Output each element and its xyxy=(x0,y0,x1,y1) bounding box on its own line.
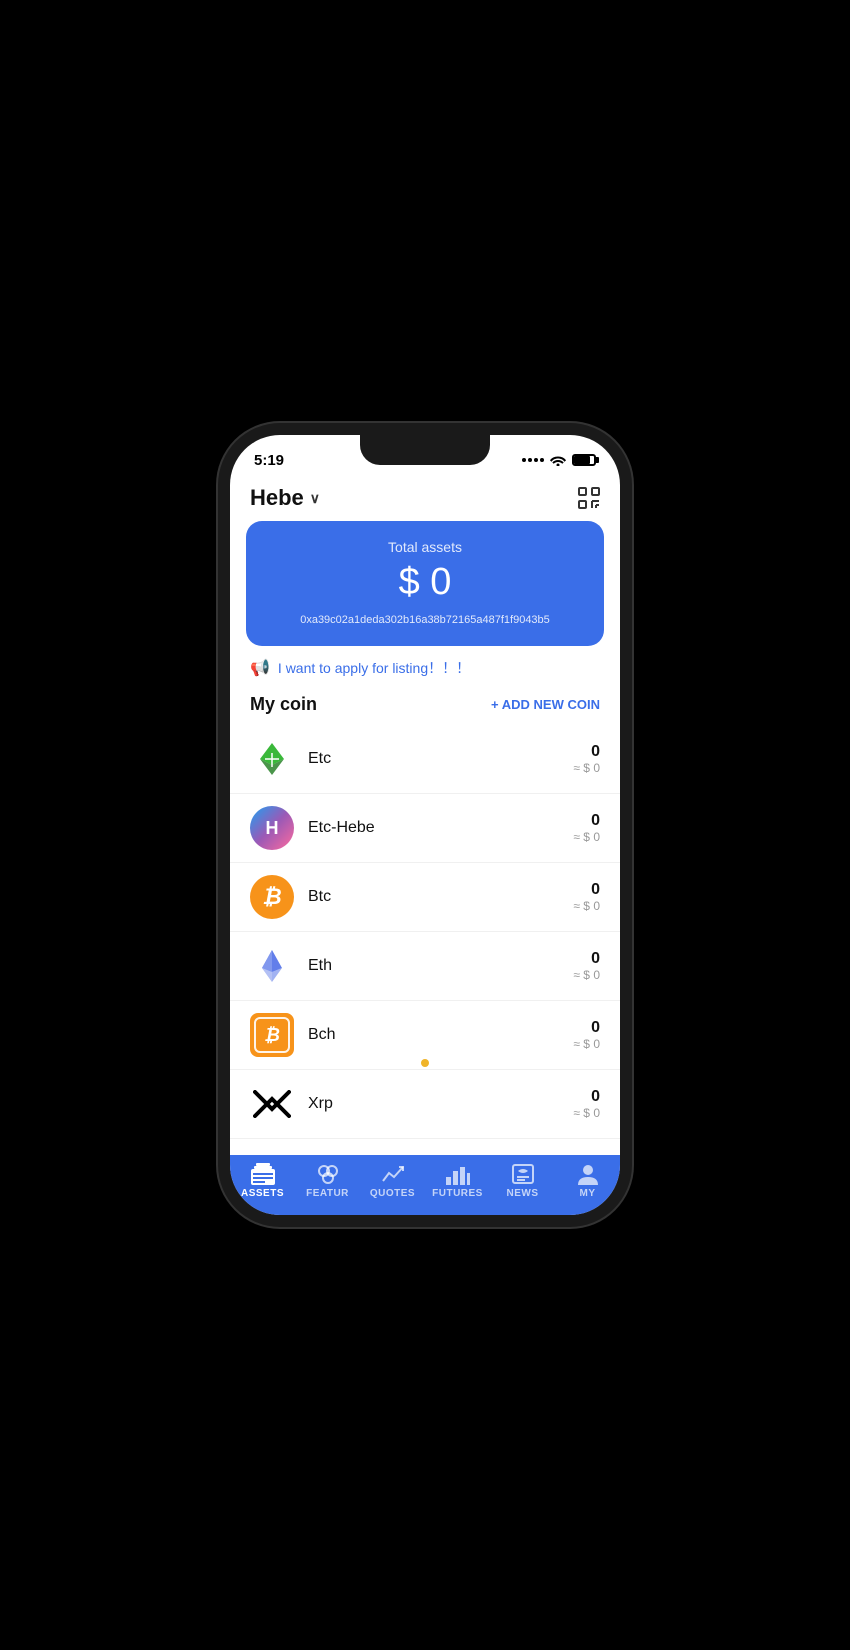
coin-amount: 0 xyxy=(573,812,600,830)
battery-icon xyxy=(572,454,596,466)
featur-icon xyxy=(316,1163,340,1185)
btc-logo: ₿ xyxy=(250,875,294,919)
bch-logo: ₿ xyxy=(250,1013,294,1057)
nav-label-quotes: QUOTES xyxy=(370,1188,415,1199)
coin-amount: 0 xyxy=(573,950,600,968)
coin-value: 0 ≈ $ 0 xyxy=(573,950,600,982)
futures-icon xyxy=(446,1163,470,1185)
coin-value: 0 ≈ $ 0 xyxy=(573,812,600,844)
coin-usd: ≈ $ 0 xyxy=(573,899,600,913)
list-item[interactable]: Xrp 0 ≈ $ 0 xyxy=(230,1070,620,1139)
add-new-coin-button[interactable]: + ADD NEW COIN xyxy=(491,697,600,712)
coin-amount: 0 xyxy=(573,1019,600,1037)
my-icon xyxy=(576,1163,600,1185)
list-item[interactable]: ₿ Btc 0 ≈ $ 0 xyxy=(230,863,620,932)
nav-item-assets[interactable]: ASSETS xyxy=(230,1163,295,1199)
coin-value: 0 ≈ $ 0 xyxy=(573,1019,600,1051)
status-time: 5:19 xyxy=(254,452,284,469)
bottom-nav: ASSETS FEATUR QUOTES xyxy=(230,1155,620,1215)
assets-icon xyxy=(251,1163,275,1185)
etc-logo xyxy=(250,737,294,781)
list-item[interactable]: Eth 0 ≈ $ 0 xyxy=(230,932,620,1001)
total-assets-amount: $ 0 xyxy=(266,561,584,604)
notch xyxy=(360,435,490,465)
wallet-address[interactable]: 0xa39c02a1deda302b16a38b72165a487f1f9043… xyxy=(266,614,584,626)
listing-bar[interactable]: 📢 I want to apply for listing！！！ xyxy=(230,646,620,690)
list-item[interactable]: H Etc-Hebe 0 ≈ $ 0 xyxy=(230,794,620,863)
chevron-down-icon: ∨ xyxy=(310,490,320,507)
coin-usd: ≈ $ 0 xyxy=(573,968,600,982)
coin-name: Btc xyxy=(308,888,573,906)
coin-value: 0 ≈ $ 0 xyxy=(573,881,600,913)
nav-label-news: NEWS xyxy=(507,1188,539,1199)
signal-icon xyxy=(522,458,544,462)
coin-amount: 0 xyxy=(573,743,600,761)
hebe-logo: H xyxy=(250,806,294,850)
nav-label-featur: FEATUR xyxy=(306,1188,349,1199)
status-icons xyxy=(522,454,596,466)
eth-logo xyxy=(250,944,294,988)
total-assets-label: Total assets xyxy=(266,539,584,555)
coin-name: Eth xyxy=(308,957,573,975)
my-coin-header: My coin + ADD NEW COIN xyxy=(230,690,620,725)
xrp-logo xyxy=(250,1082,294,1126)
coin-value: 0 ≈ $ 0 xyxy=(573,743,600,775)
listing-text: I want to apply for listing！！！ xyxy=(278,658,470,678)
nav-label-my: MY xyxy=(580,1188,596,1199)
coin-usd: ≈ $ 0 xyxy=(573,1106,600,1120)
nav-item-my[interactable]: MY xyxy=(555,1163,620,1199)
list-item[interactable]: ₿ Bch 0 ≈ $ 0 xyxy=(230,1001,620,1070)
coin-amount: 0 xyxy=(573,881,600,899)
scan-icon[interactable] xyxy=(578,487,600,509)
list-item[interactable]: Etc 0 ≈ $ 0 xyxy=(230,725,620,794)
quotes-icon xyxy=(381,1163,405,1185)
coin-name: Bch xyxy=(308,1026,573,1044)
coin-list: Etc 0 ≈ $ 0 H Etc-Hebe 0 ≈ $ 0 ₿ Btc 0 ≈… xyxy=(230,725,620,1145)
wallet-name: Hebe xyxy=(250,485,304,511)
coin-usd: ≈ $ 0 xyxy=(573,761,600,775)
nav-item-featur[interactable]: FEATUR xyxy=(295,1163,360,1199)
nav-label-futures: FUTURES xyxy=(432,1188,483,1199)
my-coin-title: My coin xyxy=(250,694,317,715)
coin-name: Etc-Hebe xyxy=(308,819,573,837)
list-item[interactable]: ₿ Bsv 0 ≈ $ 0 xyxy=(230,1139,620,1145)
coin-amount: 0 xyxy=(573,1088,600,1106)
nav-item-news[interactable]: NEWS xyxy=(490,1163,555,1199)
phone-frame: 5:19 Hebe ∨ xyxy=(230,435,620,1215)
megaphone-icon: 📢 xyxy=(250,658,270,678)
news-icon xyxy=(511,1163,535,1185)
coin-name: Xrp xyxy=(308,1095,573,1113)
wifi-icon xyxy=(550,454,566,466)
asset-card: Total assets $ 0 0xa39c02a1deda302b16a38… xyxy=(246,521,604,646)
coin-usd: ≈ $ 0 xyxy=(573,830,600,844)
coin-name: Etc xyxy=(308,750,573,768)
nav-item-quotes[interactable]: QUOTES xyxy=(360,1163,425,1199)
wallet-selector[interactable]: Hebe ∨ xyxy=(250,485,320,511)
coin-value: 0 ≈ $ 0 xyxy=(573,1088,600,1120)
nav-label-assets: ASSETS xyxy=(241,1188,284,1199)
coin-usd: ≈ $ 0 xyxy=(573,1037,600,1051)
nav-item-futures[interactable]: FUTURES xyxy=(425,1163,490,1199)
dot-indicator xyxy=(421,1059,429,1067)
header: Hebe ∨ xyxy=(230,479,620,521)
